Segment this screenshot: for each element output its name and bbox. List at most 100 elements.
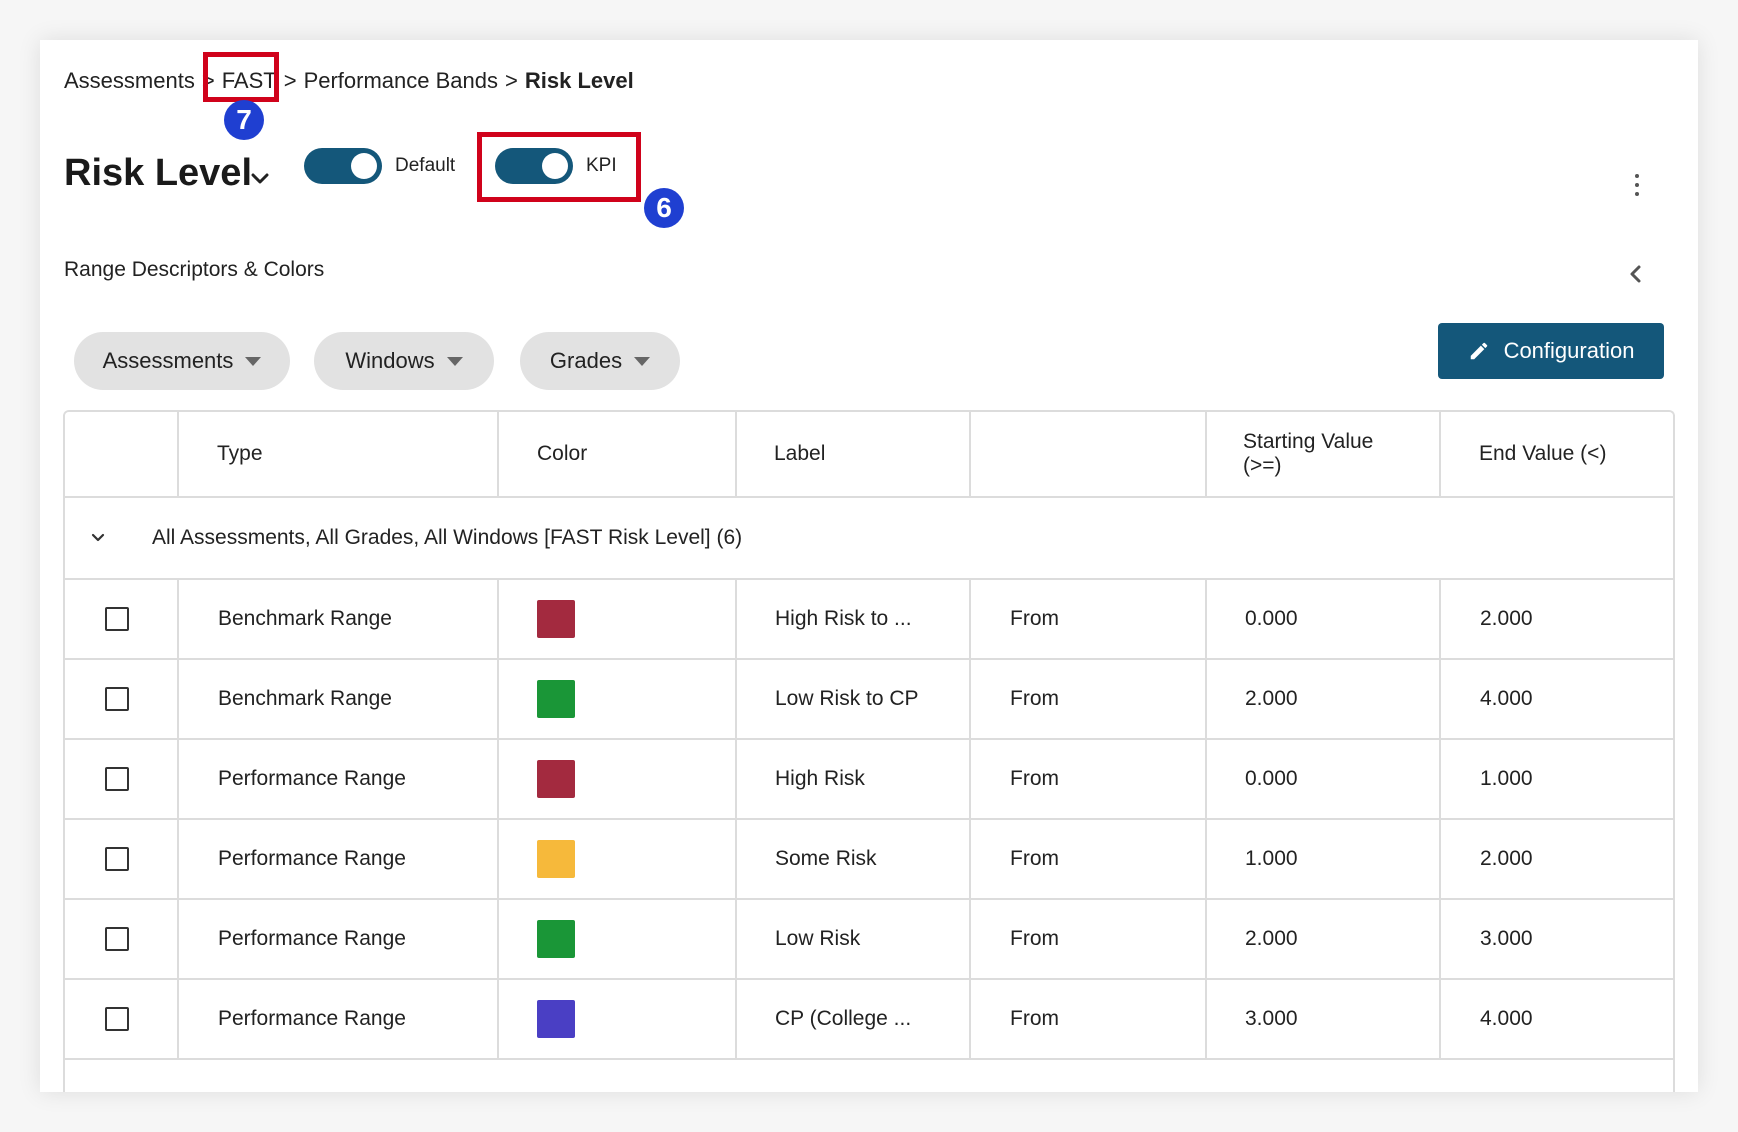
color-swatch[interactable] <box>537 600 575 638</box>
column-header-start-text: Starting Value (>=) <box>1243 430 1374 477</box>
table-row: Benchmark Range High Risk to ... From 0.000… <box>65 580 1673 660</box>
row-type: Performance Range <box>218 927 406 950</box>
row-checkbox-cell <box>105 820 129 898</box>
breadcrumb-assessments[interactable]: Assessments <box>64 68 195 94</box>
color-swatch[interactable] <box>537 760 575 798</box>
table-row: Benchmark Range Low Risk to CP From 2.000 4.… <box>65 660 1673 740</box>
row-color-cell <box>537 580 575 658</box>
table-row: Performance Range Low Risk From 2.000 3.000 <box>65 900 1673 980</box>
breadcrumb-separator: > <box>283 68 297 93</box>
page-title: Risk Level <box>64 152 252 194</box>
column-header-color[interactable]: Color <box>537 412 587 496</box>
configuration-button-label: Configuration <box>1503 338 1635 363</box>
row-color-cell <box>537 660 575 738</box>
caret-down-icon <box>245 356 262 366</box>
row-start-value: 2.000 <box>1245 927 1298 950</box>
row-end-value: 2.000 <box>1480 847 1533 870</box>
performance-band-card: Assessments > FAST > Performance Bands >… <box>40 40 1698 1092</box>
color-swatch[interactable] <box>537 680 575 718</box>
color-swatch[interactable] <box>537 920 575 958</box>
row-start-value: 3.000 <box>1245 1007 1298 1030</box>
breadcrumb-current: Risk Level <box>524 68 634 93</box>
row-label: High Risk to ... <box>775 607 912 630</box>
default-toggle[interactable]: Default <box>304 148 455 184</box>
row-checkbox[interactable] <box>105 687 129 711</box>
row-color-cell <box>537 740 575 818</box>
chevron-left-icon[interactable] <box>1626 262 1646 286</box>
table-row: Performance Range High Risk From 0.000 1.000 <box>65 740 1673 820</box>
section-label: Range Descriptors & Colors <box>64 258 325 281</box>
row-checkbox[interactable] <box>105 1007 129 1031</box>
caret-down-icon <box>446 356 463 366</box>
row-checkbox[interactable] <box>105 767 129 791</box>
row-checkbox[interactable] <box>105 927 129 951</box>
row-checkbox-cell <box>105 580 129 658</box>
caret-down-icon <box>634 356 651 366</box>
breadcrumb-performance-bands[interactable]: Performance Bands <box>304 68 498 94</box>
more-options-icon[interactable] <box>1632 174 1642 200</box>
row-end-value: 1.000 <box>1480 767 1533 790</box>
row-end-value: 4.000 <box>1480 687 1533 710</box>
row-start-value: 0.000 <box>1245 607 1298 630</box>
column-header-start[interactable]: Starting Value (>=) <box>1243 412 1413 496</box>
group-row[interactable]: All Assessments, All Grades, All Windows… <box>65 498 1673 580</box>
row-type: Performance Range <box>218 767 406 790</box>
column-header-end[interactable]: End Value (<) <box>1479 412 1606 496</box>
kpi-toggle-label: KPI <box>586 155 617 176</box>
annotation-badge-6: 6 <box>644 188 684 228</box>
color-swatch[interactable] <box>537 840 575 878</box>
kpi-toggle-track[interactable] <box>495 148 573 184</box>
row-color-cell <box>537 820 575 898</box>
row-start-value: 2.000 <box>1245 687 1298 710</box>
row-start-value: 0.000 <box>1245 767 1298 790</box>
filter-assessments-label: Assessments <box>102 348 234 373</box>
row-checkbox-cell <box>105 900 129 978</box>
configuration-button[interactable]: Configuration <box>1438 323 1664 379</box>
row-label: Low Risk <box>775 927 861 950</box>
row-end-value: 3.000 <box>1480 927 1533 950</box>
row-type: Benchmark Range <box>218 607 392 630</box>
breadcrumb-fast[interactable]: FAST <box>222 68 277 94</box>
toggle-knob <box>351 153 377 179</box>
column-header-label[interactable]: Label <box>774 412 825 496</box>
row-operator: From <box>1010 927 1059 950</box>
chevron-down-icon[interactable] <box>89 529 107 547</box>
row-start-value: 1.000 <box>1245 847 1298 870</box>
row-end-value: 2.000 <box>1480 607 1533 630</box>
row-operator: From <box>1010 1007 1059 1030</box>
row-checkbox[interactable] <box>105 847 129 871</box>
table-header-row: Type Color Label Starting Value (>=) End… <box>65 412 1673 498</box>
breadcrumb: Assessments > FAST > Performance Bands >… <box>64 66 634 96</box>
toggle-knob <box>542 153 568 179</box>
row-label: High Risk <box>775 767 865 790</box>
row-checkbox[interactable] <box>105 607 129 631</box>
chevron-down-icon[interactable] <box>248 167 272 191</box>
column-header-type[interactable]: Type <box>217 412 263 496</box>
table-row: Performance Range Some Risk From 1.000 2.000 <box>65 820 1673 900</box>
filter-grades[interactable]: Grades <box>520 332 680 390</box>
row-type: Benchmark Range <box>218 687 392 710</box>
default-toggle-track[interactable] <box>304 148 382 184</box>
pencil-icon <box>1470 342 1487 360</box>
row-operator: From <box>1010 687 1059 710</box>
row-end-value: 4.000 <box>1480 1007 1533 1030</box>
filter-grades-label: Grades <box>549 348 623 373</box>
row-type: Performance Range <box>218 847 406 870</box>
filter-windows-label: Windows <box>345 348 435 373</box>
breadcrumb-separator: > <box>201 68 215 93</box>
row-color-cell <box>537 900 575 978</box>
row-label: Low Risk to CP <box>775 687 919 710</box>
group-label: All Assessments, All Grades, All Windows… <box>152 526 743 549</box>
filter-windows[interactable]: Windows <box>314 332 494 390</box>
table-row: Performance Range CP (College ... From 3.00… <box>65 980 1673 1060</box>
kpi-toggle[interactable]: KPI <box>495 148 617 184</box>
default-toggle-label: Default <box>395 155 456 176</box>
row-checkbox-cell <box>105 740 129 818</box>
row-checkbox-cell <box>105 980 129 1058</box>
filter-assessments[interactable]: Assessments <box>74 332 290 390</box>
row-operator: From <box>1010 607 1059 630</box>
row-label: CP (College ... <box>775 1007 912 1030</box>
row-operator: From <box>1010 847 1059 870</box>
breadcrumb-separator: > <box>505 68 518 93</box>
color-swatch[interactable] <box>537 1000 575 1038</box>
